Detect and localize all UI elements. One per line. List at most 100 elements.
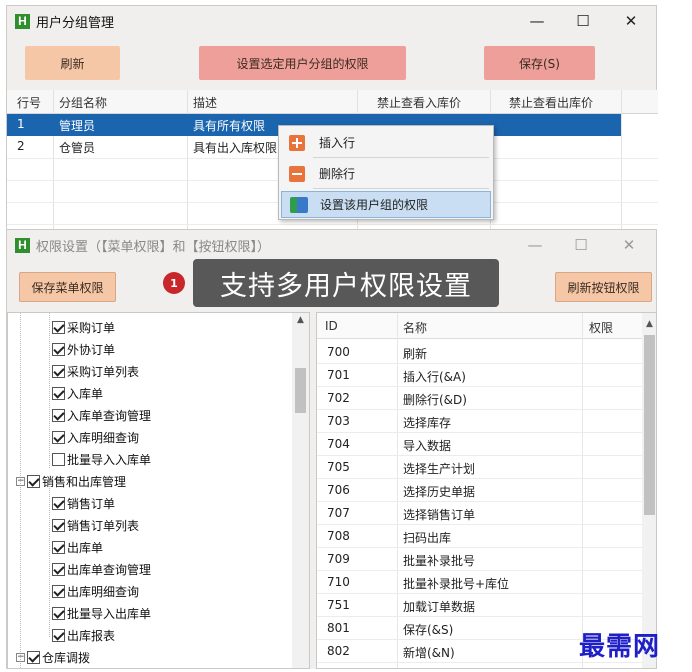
- tree-item[interactable]: 销售订单: [52, 492, 115, 514]
- tree-item[interactable]: 入库单: [52, 382, 103, 404]
- list-item[interactable]: 708 扫码出库: [317, 525, 642, 548]
- list-item[interactable]: 702 删除行(&D): [317, 387, 642, 410]
- column-header-hide-outbound-price[interactable]: 禁止查看出库价: [509, 94, 593, 111]
- list-item[interactable]: 709 批量补录批号: [317, 548, 642, 571]
- list-item[interactable]: 710 批量补录批号+库位: [317, 571, 642, 594]
- column-header-name[interactable]: 名称: [403, 319, 427, 336]
- id-cell: 704: [327, 437, 350, 451]
- tree-guide-line: [49, 478, 50, 638]
- minimize-button[interactable]: —: [512, 230, 558, 260]
- tree-item[interactable]: 外协订单: [52, 338, 115, 360]
- tree-group[interactable]: − 销售和出库管理: [16, 470, 126, 492]
- tree-scrollbar[interactable]: ▲: [292, 313, 309, 668]
- name-cell: 保存(&S): [403, 623, 454, 637]
- menu-item-insert-row[interactable]: 插入行: [281, 129, 491, 156]
- id-cell: 709: [327, 552, 350, 566]
- checkbox-checked[interactable]: [52, 408, 65, 422]
- scrollbar-thumb[interactable]: [644, 335, 655, 515]
- checkbox-checked[interactable]: [52, 320, 65, 334]
- tree-item[interactable]: 入库明细查询: [52, 426, 139, 448]
- maximize-button[interactable]: ☐: [558, 230, 604, 260]
- tree-item[interactable]: 出库报表: [52, 624, 115, 646]
- list-item[interactable]: 751 加载订单数据: [317, 594, 642, 617]
- tree-item[interactable]: 批量导入出库单: [52, 602, 151, 624]
- list-item[interactable]: 707 选择销售订单: [317, 502, 642, 525]
- checkbox-checked[interactable]: [52, 540, 65, 554]
- refresh-button[interactable]: 刷新: [25, 46, 120, 80]
- name-cell: 选择生产计划: [403, 462, 476, 476]
- name-cell: 删除行(&D): [403, 393, 467, 407]
- list-item[interactable]: 700 刷新: [317, 341, 642, 364]
- column-divider: [187, 90, 188, 230]
- id-cell: 700: [327, 345, 350, 359]
- checkbox-checked[interactable]: [52, 496, 65, 510]
- column-header-hide-inbound-price[interactable]: 禁止查看入库价: [377, 94, 461, 111]
- checkbox-checked[interactable]: [52, 364, 65, 378]
- tree-item[interactable]: 采购订单: [52, 316, 115, 338]
- list-item[interactable]: 704 导入数据: [317, 433, 642, 456]
- close-button[interactable]: ✕: [606, 230, 652, 260]
- column-divider: [53, 90, 54, 230]
- collapse-icon[interactable]: −: [16, 476, 25, 486]
- checkbox-checked[interactable]: [52, 342, 65, 356]
- scrollbar-thumb[interactable]: [295, 368, 306, 413]
- maximize-button[interactable]: ☐: [560, 6, 606, 36]
- save-menu-permission-button[interactable]: 保存菜单权限: [19, 272, 116, 302]
- column-header-row-number[interactable]: 行号: [17, 94, 41, 111]
- menu-separator: [313, 188, 489, 189]
- tree-item[interactable]: 批量导入入库单: [52, 448, 151, 470]
- collapse-icon[interactable]: −: [16, 652, 25, 662]
- menu-item-label: 设置该用户组的权限: [320, 198, 429, 212]
- checkbox-checked[interactable]: [52, 562, 65, 576]
- checkbox-unchecked[interactable]: [52, 452, 65, 466]
- checkbox-checked[interactable]: [52, 518, 65, 532]
- list-item[interactable]: 706 选择历史单据: [317, 479, 642, 502]
- scroll-up-icon[interactable]: ▲: [292, 315, 309, 325]
- tree-item[interactable]: 出库单: [52, 536, 103, 558]
- tree-item-label: 仓库调拨: [42, 650, 91, 665]
- tree-item[interactable]: 销售订单列表: [52, 514, 139, 536]
- list-scrollbar[interactable]: ▲: [642, 313, 656, 668]
- tree-item[interactable]: 出库明细查询: [52, 580, 139, 602]
- close-button[interactable]: ✕: [608, 6, 654, 36]
- menu-item-delete-row[interactable]: 删除行: [281, 160, 491, 187]
- tree-item-label: 入库单查询管理: [67, 408, 152, 423]
- id-cell: 707: [327, 506, 350, 520]
- step-badge: 1: [163, 272, 185, 294]
- checkbox-checked[interactable]: [52, 584, 65, 598]
- checkbox-checked[interactable]: [27, 474, 40, 488]
- tree-item[interactable]: 采购订单列表: [52, 360, 139, 382]
- checkbox-checked[interactable]: [52, 386, 65, 400]
- list-item[interactable]: 703 选择库存: [317, 410, 642, 433]
- tree-item[interactable]: 入库单查询管理: [52, 404, 151, 426]
- name-cell: 选择库存: [403, 416, 452, 430]
- column-header-group-name[interactable]: 分组名称: [59, 94, 107, 111]
- save-button[interactable]: 保存(S): [484, 46, 595, 80]
- annotation-callout: 支持多用户权限设置: [193, 259, 499, 307]
- refresh-button-permission-button[interactable]: 刷新按钮权限: [555, 272, 652, 302]
- tree-item-label: 销售订单列表: [67, 518, 140, 533]
- id-cell: 705: [327, 460, 350, 474]
- column-header-description[interactable]: 描述: [193, 94, 217, 111]
- checkbox-checked[interactable]: [27, 650, 40, 664]
- column-header-permission[interactable]: 权限: [589, 319, 613, 336]
- minus-icon: [289, 165, 305, 182]
- scroll-up-icon[interactable]: ▲: [642, 319, 656, 329]
- name-cell: 批量补录批号: [403, 554, 476, 568]
- tree-guide-line: [49, 313, 50, 468]
- set-group-permission-button[interactable]: 设置选定用户分组的权限: [199, 46, 406, 80]
- menu-item-set-group-permission[interactable]: 设置该用户组的权限: [281, 191, 491, 218]
- tree-item[interactable]: 出库单查询管理: [52, 558, 151, 580]
- list-item[interactable]: 701 插入行(&A): [317, 364, 642, 387]
- checkbox-checked[interactable]: [52, 628, 65, 642]
- tree-item-label: 出库报表: [67, 628, 116, 643]
- checkbox-checked[interactable]: [52, 606, 65, 620]
- watermark-logo: 最需网: [579, 632, 661, 662]
- id-cell: 703: [327, 414, 350, 428]
- checkbox-checked[interactable]: [52, 430, 65, 444]
- minimize-button[interactable]: —: [514, 6, 560, 36]
- tree-group[interactable]: − 仓库调拨: [16, 646, 90, 668]
- description-cell: 具有出入库权限: [193, 141, 278, 155]
- column-header-id[interactable]: ID: [325, 319, 338, 333]
- list-item[interactable]: 705 选择生产计划: [317, 456, 642, 479]
